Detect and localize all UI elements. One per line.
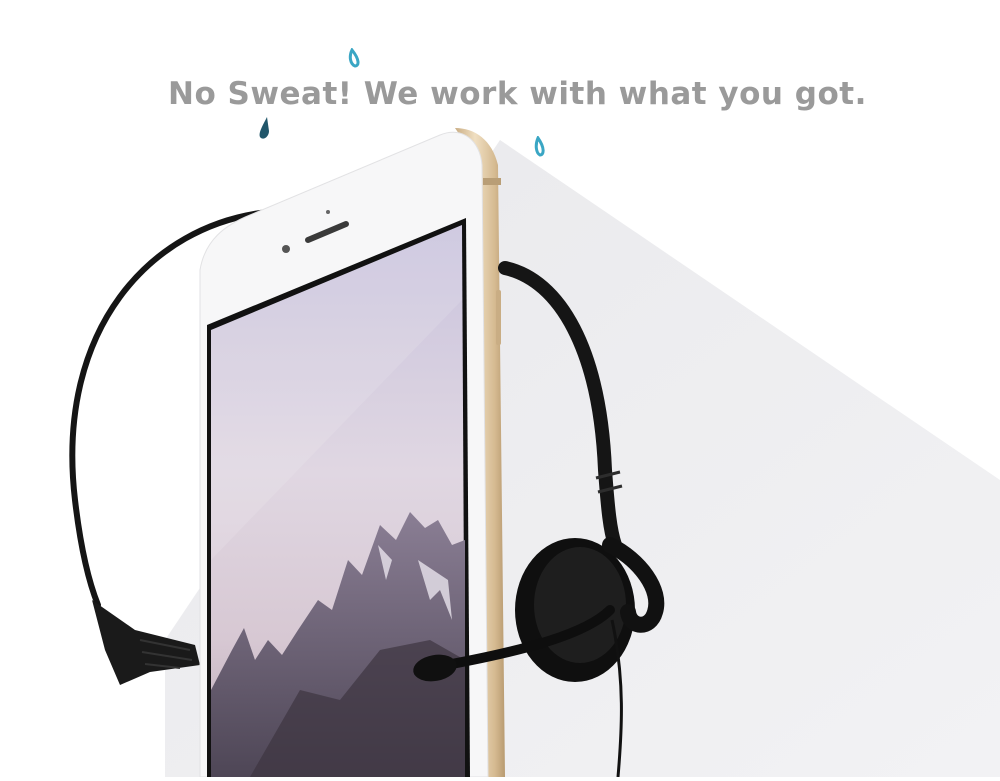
sweat-drop-icon (259, 117, 269, 139)
product-illustration (0, 0, 1000, 778)
headline-text: No Sweat! We work with what you got. (168, 76, 867, 112)
sweat-drop-icon (348, 48, 360, 68)
sweat-drop-icon (534, 136, 545, 157)
